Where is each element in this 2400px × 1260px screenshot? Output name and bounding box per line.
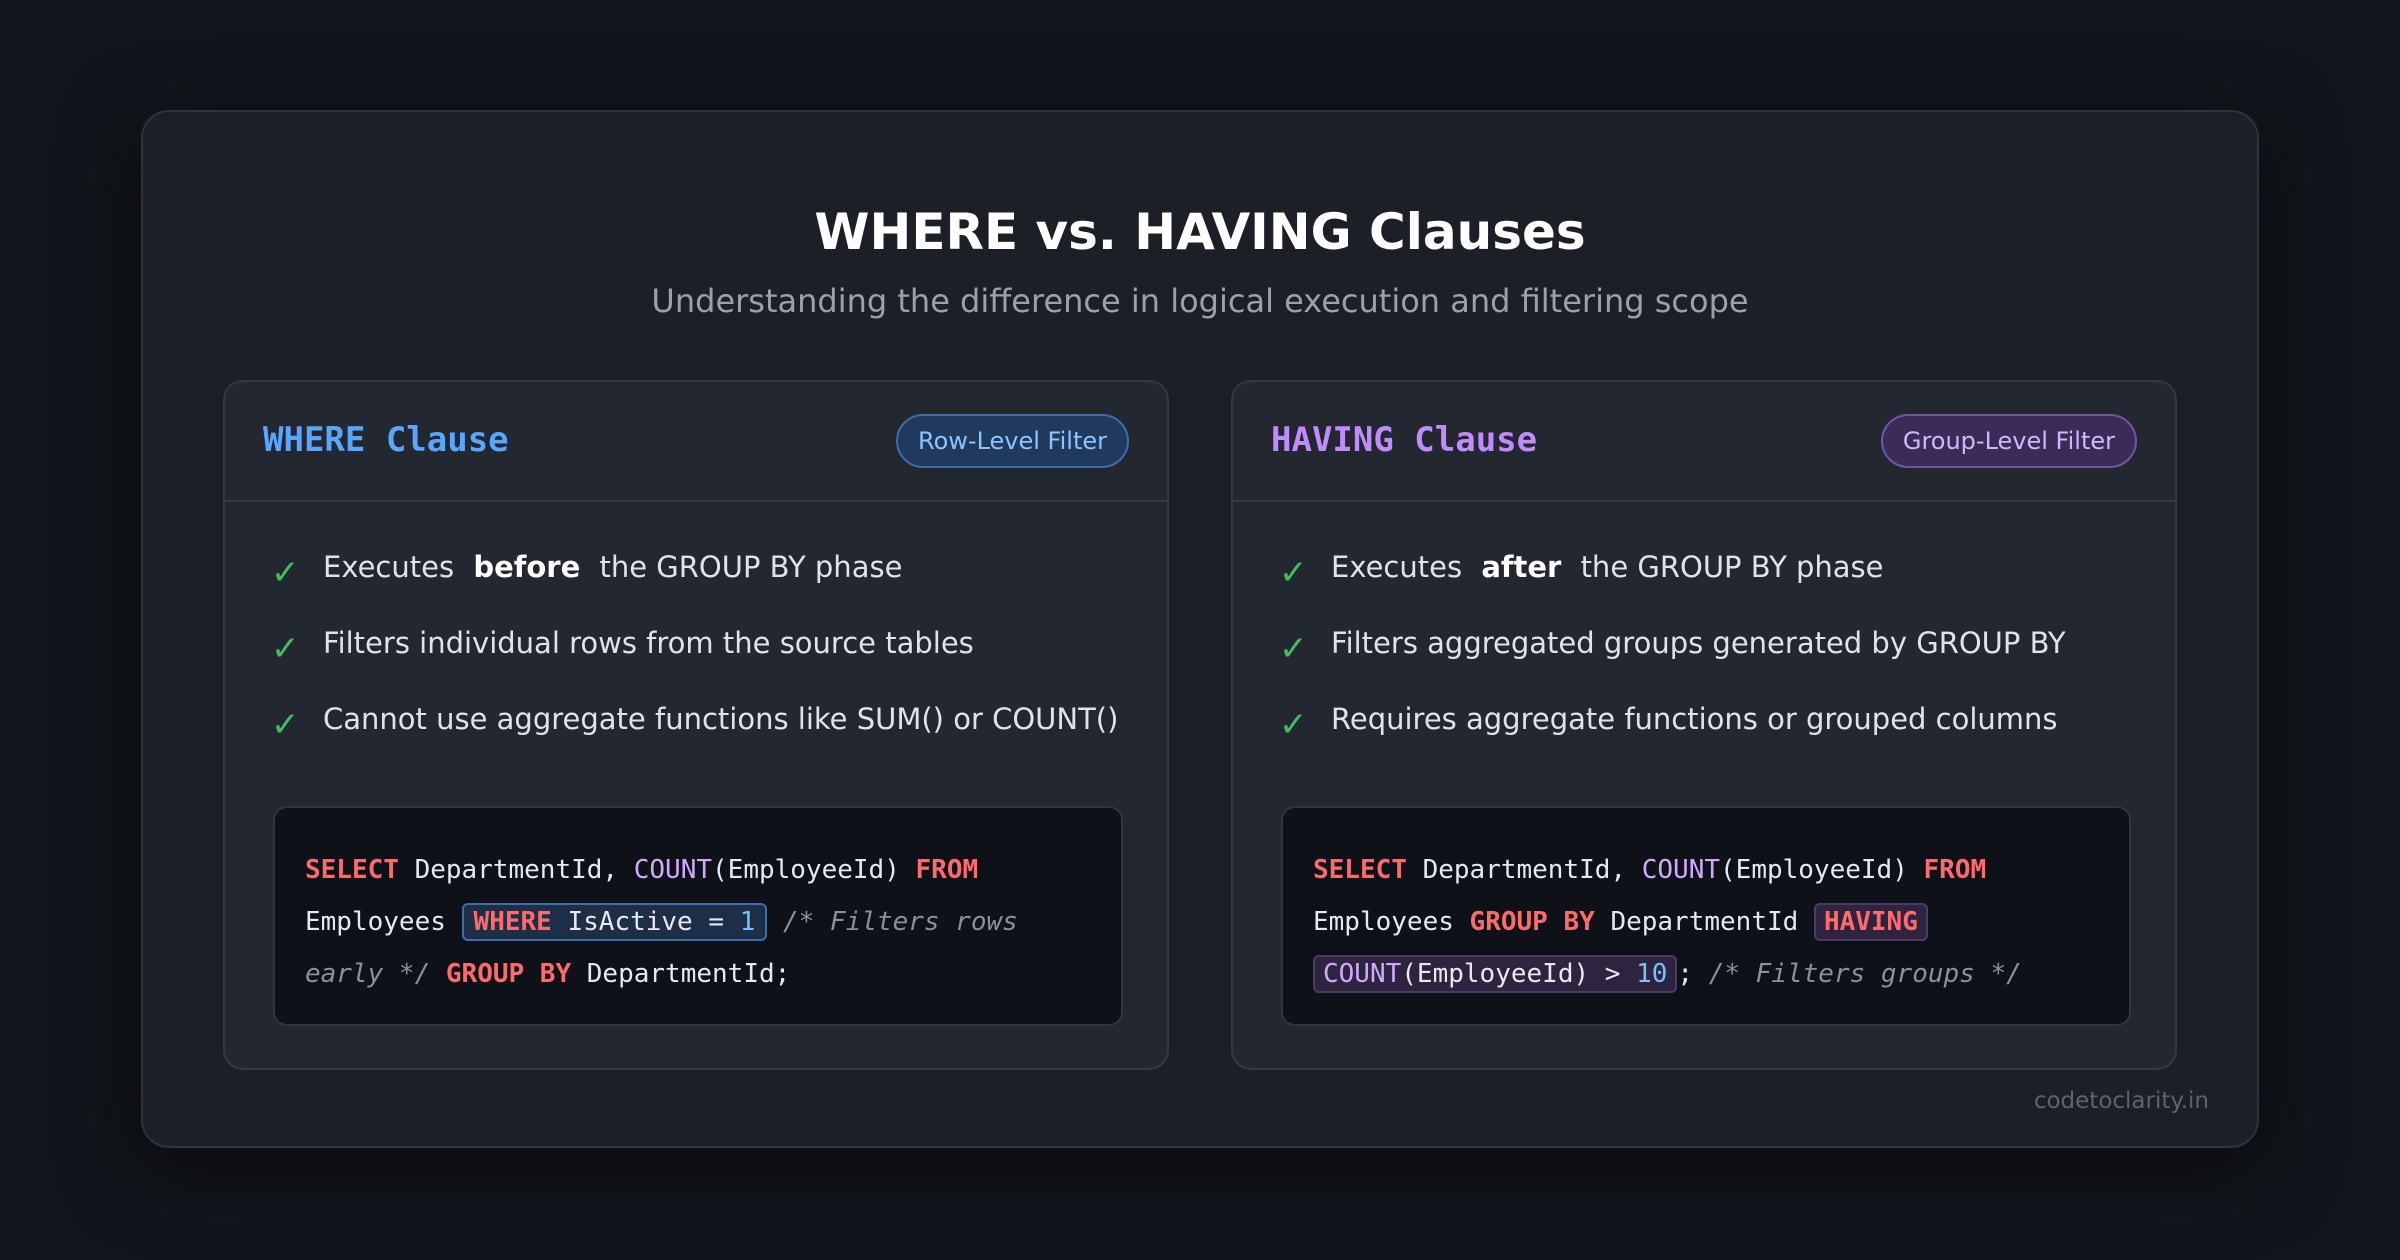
where-points-list: ✓ Executes before the GROUP BY phase ✓ F… <box>271 542 1118 770</box>
code-function-count: COUNT <box>633 855 713 885</box>
where-point-1-pre: Executes <box>323 550 455 584</box>
where-point-1: ✓ Executes before the GROUP BY phase <box>271 542 1118 618</box>
code-keyword-where: WHERE <box>473 907 552 937</box>
where-code-block: SELECT DepartmentId, COUNT(EmployeeId) F… <box>273 806 1123 1026</box>
having-point-3-text: Requires aggregate functions or grouped … <box>1331 702 2058 736</box>
having-point-2-text: Filters aggregated groups generated by G… <box>1331 626 2066 660</box>
where-point-2: ✓ Filters individual rows from the sourc… <box>271 618 1118 694</box>
having-points-list: ✓ Executes after the GROUP BY phase ✓ Fi… <box>1279 542 2066 770</box>
code-line: early */ GROUP BY DepartmentId; <box>305 948 1091 1000</box>
check-icon: ✓ <box>271 553 300 593</box>
having-keyword-highlight: HAVING <box>1813 903 1928 941</box>
page-title: WHERE vs. HAVING Clauses <box>814 203 1586 261</box>
code-column: DepartmentId, <box>414 855 619 885</box>
where-point-2-text: Filters individual rows from the source … <box>323 626 974 660</box>
code-line: SELECT DepartmentId, COUNT(EmployeeId) F… <box>1313 844 2099 896</box>
having-panel-title: HAVING Clause <box>1271 420 1538 460</box>
code-group-column: DepartmentId; <box>586 959 791 989</box>
code-column: DepartmentId, <box>1422 855 1627 885</box>
code-condition: (EmployeeId) > <box>1401 959 1621 989</box>
having-point-1-pre: Executes <box>1331 550 1463 584</box>
check-icon: ✓ <box>1279 553 1308 593</box>
having-code-block: SELECT DepartmentId, COUNT(EmployeeId) F… <box>1281 806 2131 1026</box>
code-group-column: DepartmentId <box>1610 907 1799 937</box>
code-line: COUNT(EmployeeId) > 10; /* Filters group… <box>1313 948 2099 1000</box>
code-line: Employees WHERE IsActive = 1 /* Filters … <box>305 896 1091 948</box>
check-icon: ✓ <box>1279 629 1308 669</box>
code-line: SELECT DepartmentId, COUNT(EmployeeId) F… <box>305 844 1091 896</box>
code-function-count: COUNT <box>1641 855 1721 885</box>
code-argument: (EmployeeId) <box>1720 855 1908 885</box>
code-comment-end: early */ <box>305 959 431 989</box>
row-level-filter-badge: Row-Level Filter <box>896 414 1129 468</box>
code-keyword-select: SELECT <box>305 855 399 885</box>
having-point-2: ✓ Filters aggregated groups generated by… <box>1279 618 2066 694</box>
code-keyword-from: FROM <box>1923 855 1987 885</box>
where-point-3: ✓ Cannot use aggregate functions like SU… <box>271 694 1118 770</box>
check-icon: ✓ <box>271 705 300 745</box>
check-icon: ✓ <box>1279 705 1308 745</box>
where-point-3-text: Cannot use aggregate functions like SUM(… <box>323 702 1119 736</box>
code-argument: (EmployeeId) <box>712 855 900 885</box>
code-comment: /* Filters groups */ <box>1708 959 2022 989</box>
code-number: 10 <box>1636 959 1668 989</box>
code-condition: IsActive = <box>567 907 725 937</box>
page-subtitle: Understanding the difference in logical … <box>651 282 1749 320</box>
code-keyword-select: SELECT <box>1313 855 1407 885</box>
having-panel: HAVING Clause Group-Level Filter ✓ Execu… <box>1231 380 2177 1070</box>
having-condition-highlight: COUNT(EmployeeId) > 10 <box>1313 955 1678 993</box>
having-point-1-emph: after <box>1481 550 1562 584</box>
where-panel-title: WHERE Clause <box>263 420 509 460</box>
check-icon: ✓ <box>271 629 300 669</box>
having-point-3: ✓ Requires aggregate functions or groupe… <box>1279 694 2066 770</box>
having-point-1: ✓ Executes after the GROUP BY phase <box>1279 542 2066 618</box>
code-keyword-group-by: GROUP BY <box>1469 907 1595 937</box>
where-panel-header: WHERE Clause Row-Level Filter <box>225 382 1167 502</box>
group-level-filter-badge: Group-Level Filter <box>1880 414 2137 468</box>
having-panel-header: HAVING Clause Group-Level Filter <box>1233 382 2175 502</box>
code-keyword-group-by: GROUP BY <box>445 959 572 989</box>
code-keyword-from: FROM <box>915 855 979 885</box>
where-condition-highlight: WHERE IsActive = 1 <box>461 903 768 941</box>
code-table: Employees <box>1313 907 1454 937</box>
code-comment: /* Filters rows <box>783 907 1018 937</box>
footer-credit: codetoclarity.in <box>2033 1088 2209 1114</box>
code-line: Employees GROUP BY DepartmentId HAVING <box>1313 896 2099 948</box>
code-number: 1 <box>739 907 756 937</box>
having-point-1-post: the GROUP BY phase <box>1580 550 1884 584</box>
where-panel: WHERE Clause Row-Level Filter ✓ Executes… <box>223 380 1169 1070</box>
comparison-card: WHERE vs. HAVING Clauses Understanding t… <box>141 110 2259 1148</box>
code-function-count: COUNT <box>1323 959 1402 989</box>
code-table: Employees <box>305 907 446 937</box>
code-semicolon: ; <box>1677 959 1694 989</box>
where-point-1-post: the GROUP BY phase <box>599 550 903 584</box>
where-point-1-emph: before <box>473 550 581 584</box>
code-keyword-having: HAVING <box>1823 907 1918 937</box>
